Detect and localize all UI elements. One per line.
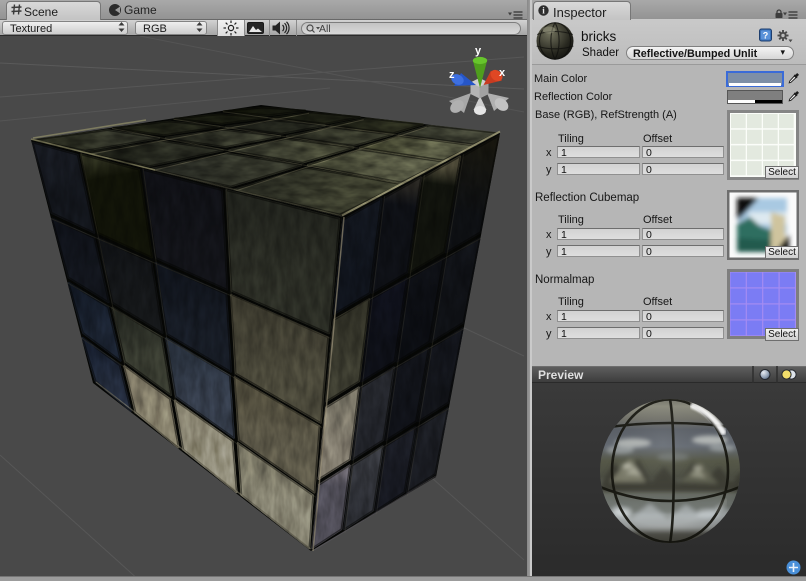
svg-text:?: ?: [763, 31, 769, 41]
svg-text:z: z: [449, 69, 455, 81]
svg-text:x: x: [499, 67, 506, 79]
svg-text:y: y: [475, 45, 482, 57]
